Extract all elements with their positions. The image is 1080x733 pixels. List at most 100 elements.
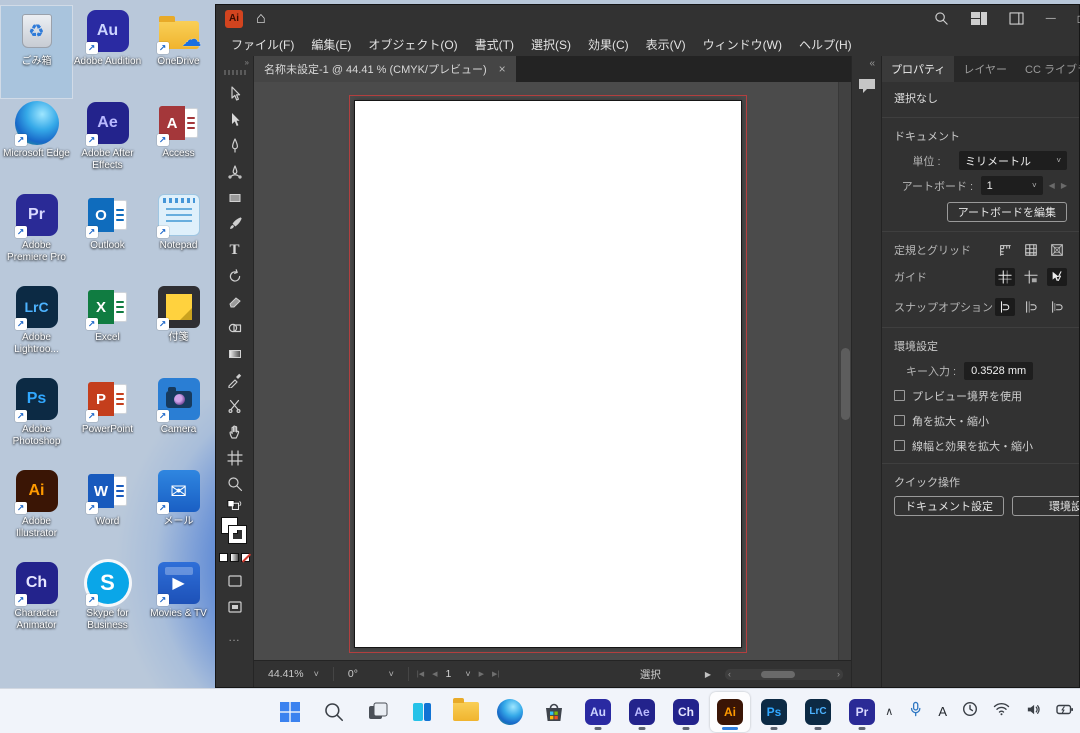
scale-strokes-effects-row[interactable]: 線幅と効果を拡大・縮小 <box>882 433 1079 458</box>
type-tool[interactable]: T <box>220 237 250 263</box>
file-explorer-button[interactable] <box>446 692 486 732</box>
selection-tool[interactable] <box>220 81 250 107</box>
gradient-tool[interactable] <box>220 341 250 367</box>
color-button[interactable] <box>219 553 228 562</box>
fill-stroke-control[interactable] <box>220 517 250 549</box>
canvas[interactable] <box>254 82 851 660</box>
desktop-icon-excel[interactable]: X ↗ Excel <box>72 282 143 374</box>
scroll-right-icon[interactable]: › <box>837 669 840 679</box>
show-guides-button[interactable] <box>995 268 1015 286</box>
desktop-icon-word[interactable]: W ↗ Word <box>72 466 143 558</box>
desktop-icon-camera[interactable]: ↗ Camera <box>143 374 214 466</box>
desktop-icon-illustrator[interactable]: Ai ↗ Adobe Illustrator <box>1 466 72 558</box>
menu-window[interactable]: ウィンドウ(W) <box>703 36 782 53</box>
zoom-level-dropdown[interactable]: 44.41% ˅ <box>262 666 325 682</box>
document-tab[interactable]: 名称未設定-1 @ 44.41 % (CMYK/プレビュー) × <box>254 56 516 82</box>
desktop-icon-lightroom-classic[interactable]: LrC ↗ Adobe Lightroo... <box>1 282 72 374</box>
menu-object[interactable]: オブジェクト(O) <box>368 36 457 53</box>
start-button[interactable] <box>270 692 310 732</box>
horizontal-scrollbar[interactable]: ‹ › <box>725 669 843 680</box>
taskbar-after-effects[interactable]: Ae <box>622 692 662 732</box>
transparency-grid-button[interactable] <box>1047 241 1067 259</box>
default-colors-icon[interactable] <box>220 497 250 513</box>
snap-to-grid-button[interactable] <box>1021 298 1041 316</box>
draw-mode-icon[interactable] <box>220 568 250 594</box>
desktop-icon-powerpoint[interactable]: P ↗ PowerPoint <box>72 374 143 466</box>
desktop-icon-access[interactable]: A ↗ Access <box>143 98 214 190</box>
grid-toggle-button[interactable] <box>1021 241 1041 259</box>
desktop-icon-sticky-notes[interactable]: ↗ 付箋 <box>143 282 214 374</box>
next-artboard-button[interactable]: ▶ <box>479 670 484 678</box>
toolbar-expand-icon[interactable]: » <box>216 58 253 67</box>
vertical-scrollbar[interactable] <box>838 82 851 660</box>
desktop-icon-after-effects[interactable]: Ae ↗ Adobe After Effects <box>72 98 143 190</box>
artboard-tool[interactable] <box>220 445 250 471</box>
last-artboard-button[interactable]: ▶| <box>492 670 499 678</box>
scale-strokes-effects-checkbox[interactable] <box>894 440 905 451</box>
taskbar-character-animator[interactable]: Ch <box>666 692 706 732</box>
desktop-icon-adobe-audition[interactable]: Au ↗ Adobe Audition <box>72 6 143 98</box>
ruler-toggle-button[interactable] <box>995 241 1015 259</box>
microphone-icon[interactable] <box>908 701 923 722</box>
taskbar-search-button[interactable] <box>314 692 354 732</box>
comment-icon[interactable] <box>857 77 877 100</box>
taskbar-photoshop[interactable]: Ps <box>754 692 794 732</box>
artboard-number-dropdown[interactable]: 1 ˅ <box>446 668 471 680</box>
rectangle-tool[interactable] <box>220 185 250 211</box>
menu-effect[interactable]: 効果(C) <box>588 36 629 53</box>
preview-bounds-row[interactable]: プレビュー境界を使用 <box>882 383 1079 408</box>
clock-icon[interactable] <box>962 701 978 722</box>
home-icon[interactable]: ⌂ <box>256 11 266 27</box>
volume-icon[interactable] <box>1025 702 1041 722</box>
edge-button[interactable] <box>490 692 530 732</box>
gradient-button[interactable] <box>230 553 239 562</box>
rotation-dropdown[interactable]: 0° ˅ <box>342 666 400 682</box>
none-button[interactable] <box>241 553 250 562</box>
collapse-panels-icon[interactable]: « <box>869 56 881 69</box>
taskbar-premiere[interactable]: Pr <box>842 692 882 732</box>
zoom-tool[interactable] <box>220 471 250 497</box>
previous-artboard-icon[interactable]: ◀ <box>1049 181 1055 190</box>
eyedropper-tool[interactable] <box>220 367 250 393</box>
menu-view[interactable]: 表示(V) <box>646 36 686 53</box>
menu-type[interactable]: 書式(T) <box>475 36 514 53</box>
widgets-button[interactable] <box>402 692 442 732</box>
next-artboard-icon[interactable]: ▶ <box>1061 181 1067 190</box>
snap-to-point-button[interactable] <box>995 298 1015 316</box>
search-icon[interactable] <box>934 11 949 26</box>
smart-guides-button[interactable] <box>1047 268 1067 286</box>
desktop-icon-photoshop[interactable]: Ps ↗ Adobe Photoshop <box>1 374 72 466</box>
desktop-icon-mail[interactable]: ✉ ↗ メール <box>143 466 214 558</box>
preview-bounds-checkbox[interactable] <box>894 390 905 401</box>
vertical-scrollbar-thumb[interactable] <box>841 348 850 420</box>
scale-corners-checkbox[interactable] <box>894 415 905 426</box>
desktop-icon-premiere-pro[interactable]: Pr ↗ Adobe Premiere Pro <box>1 190 72 282</box>
paintbrush-tool[interactable] <box>220 211 250 237</box>
scale-corners-row[interactable]: 角を拡大・縮小 <box>882 408 1079 433</box>
horizontal-scrollbar-thumb[interactable] <box>761 671 795 678</box>
toolbar-grip[interactable] <box>224 70 246 75</box>
desktop-icon-onedrive[interactable]: ☁ ↗ OneDrive <box>143 6 214 98</box>
scissors-tool[interactable] <box>220 393 250 419</box>
first-artboard-button[interactable]: |◀ <box>417 670 424 678</box>
desktop-icon-skype-for-business[interactable]: S ↗ Skype for Business <box>72 558 143 650</box>
preferences-button[interactable]: 環境設定 <box>1012 496 1079 516</box>
previous-artboard-button[interactable]: ◀ <box>432 670 437 678</box>
microsoft-store-button[interactable] <box>534 692 574 732</box>
menu-help[interactable]: ヘルプ(H) <box>799 36 852 53</box>
artboard-select[interactable]: 1 ˅ <box>981 176 1043 195</box>
curvature-tool[interactable] <box>220 159 250 185</box>
stroke-swatch[interactable] <box>229 526 246 543</box>
shape-builder-tool[interactable] <box>220 315 250 341</box>
edit-artboards-button[interactable]: アートボードを編集 <box>947 202 1067 222</box>
wifi-icon[interactable] <box>993 702 1010 721</box>
menu-file[interactable]: ファイル(F) <box>231 36 294 53</box>
artboard[interactable] <box>354 100 742 648</box>
snap-to-glyph-button[interactable] <box>1047 298 1067 316</box>
pen-tool[interactable] <box>220 133 250 159</box>
hand-tool[interactable] <box>220 419 250 445</box>
unit-select[interactable]: ミリメートル ˅ <box>959 151 1067 170</box>
key-input-field[interactable]: 0.3528 mm <box>964 362 1033 380</box>
desktop-icon-notepad[interactable]: ↗ Notepad <box>143 190 214 282</box>
rotate-tool[interactable] <box>220 263 250 289</box>
